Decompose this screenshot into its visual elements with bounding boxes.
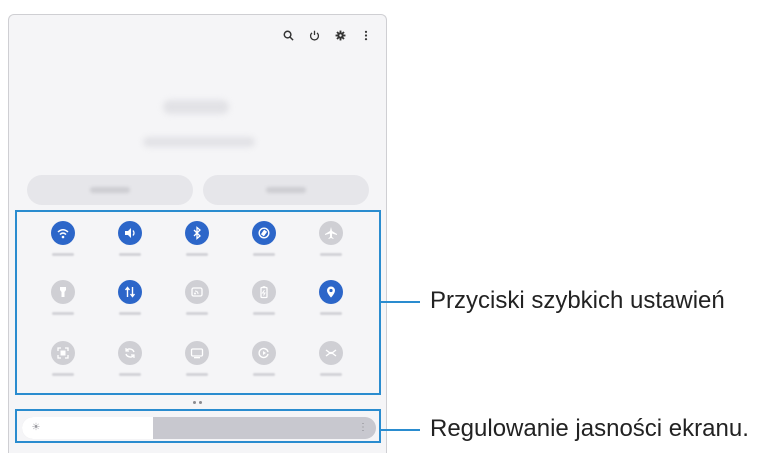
page-dot (199, 401, 202, 404)
auto-rotate-icon (257, 226, 271, 240)
brightness-slider[interactable]: ☀ ⋮ (22, 417, 376, 439)
tile-label-blurred (320, 312, 342, 315)
tile-label-blurred (119, 312, 141, 315)
bluetooth-icon (190, 226, 204, 240)
tile-label-blurred (186, 373, 208, 376)
quick-setting-tile[interactable] (319, 341, 343, 365)
tile-label-blurred (186, 253, 208, 256)
tile-label-blurred (119, 253, 141, 256)
tile-label-blurred (52, 373, 74, 376)
location-icon (324, 285, 338, 299)
header-icons (282, 29, 372, 41)
page-dot (193, 401, 196, 404)
tile-label-blurred (52, 253, 74, 256)
tile-label-blurred (253, 373, 275, 376)
sound-icon (123, 226, 137, 240)
airplane-icon (324, 226, 338, 240)
dex-icon (190, 346, 204, 360)
tile-label-blurred (52, 312, 74, 315)
cast-icon (190, 285, 204, 299)
quick-setting-tile[interactable] (319, 221, 343, 245)
sun-icon: ☀ (31, 422, 41, 433)
quick-setting-tile[interactable] (319, 280, 343, 304)
quick-setting-tile[interactable] (185, 280, 209, 304)
flashlight-icon (56, 285, 70, 299)
callout-brightness: Regulowanie jasności ekranu. (430, 415, 749, 442)
quick-setting-tile[interactable] (51, 341, 75, 365)
page-indicator (193, 401, 202, 404)
quick-setting-tile[interactable] (185, 341, 209, 365)
tile-label-blurred (253, 253, 275, 256)
tile-label-blurred (320, 373, 342, 376)
nearby-share-icon (324, 346, 338, 360)
device-control-button[interactable] (27, 175, 193, 205)
blurred-date (143, 137, 255, 147)
callout-quick-settings: Przyciski szybkich ustawień (430, 287, 725, 314)
callout-line-brightness (381, 429, 420, 431)
tile-label-blurred (119, 373, 141, 376)
quick-setting-tile[interactable] (51, 221, 75, 245)
more-vert-icon[interactable] (360, 29, 372, 41)
quick-setting-tile[interactable] (252, 221, 276, 245)
blurred-time (163, 100, 229, 114)
power-icon[interactable] (308, 29, 320, 41)
brightness-more-icon[interactable]: ⋮ (358, 421, 368, 435)
gear-icon[interactable] (334, 29, 346, 41)
quick-setting-tile[interactable] (252, 280, 276, 304)
tile-label-blurred (186, 312, 208, 315)
quick-setting-tile[interactable] (118, 341, 142, 365)
screen-recorder-icon (257, 346, 271, 360)
quick-setting-tile[interactable] (118, 221, 142, 245)
mobile-data-icon (123, 285, 137, 299)
screen-capture-icon (56, 346, 70, 360)
quick-setting-tile[interactable] (185, 221, 209, 245)
search-icon[interactable] (282, 29, 294, 41)
quick-setting-tile[interactable] (51, 280, 75, 304)
quick-setting-tile[interactable] (118, 280, 142, 304)
tile-label-blurred (320, 253, 342, 256)
sync-icon (123, 346, 137, 360)
media-output-button[interactable] (203, 175, 369, 205)
wifi-icon (56, 226, 70, 240)
tile-label-blurred (253, 312, 275, 315)
power-saving-icon (257, 285, 271, 299)
quick-setting-tile[interactable] (252, 341, 276, 365)
callout-line-quick-settings (381, 301, 420, 303)
